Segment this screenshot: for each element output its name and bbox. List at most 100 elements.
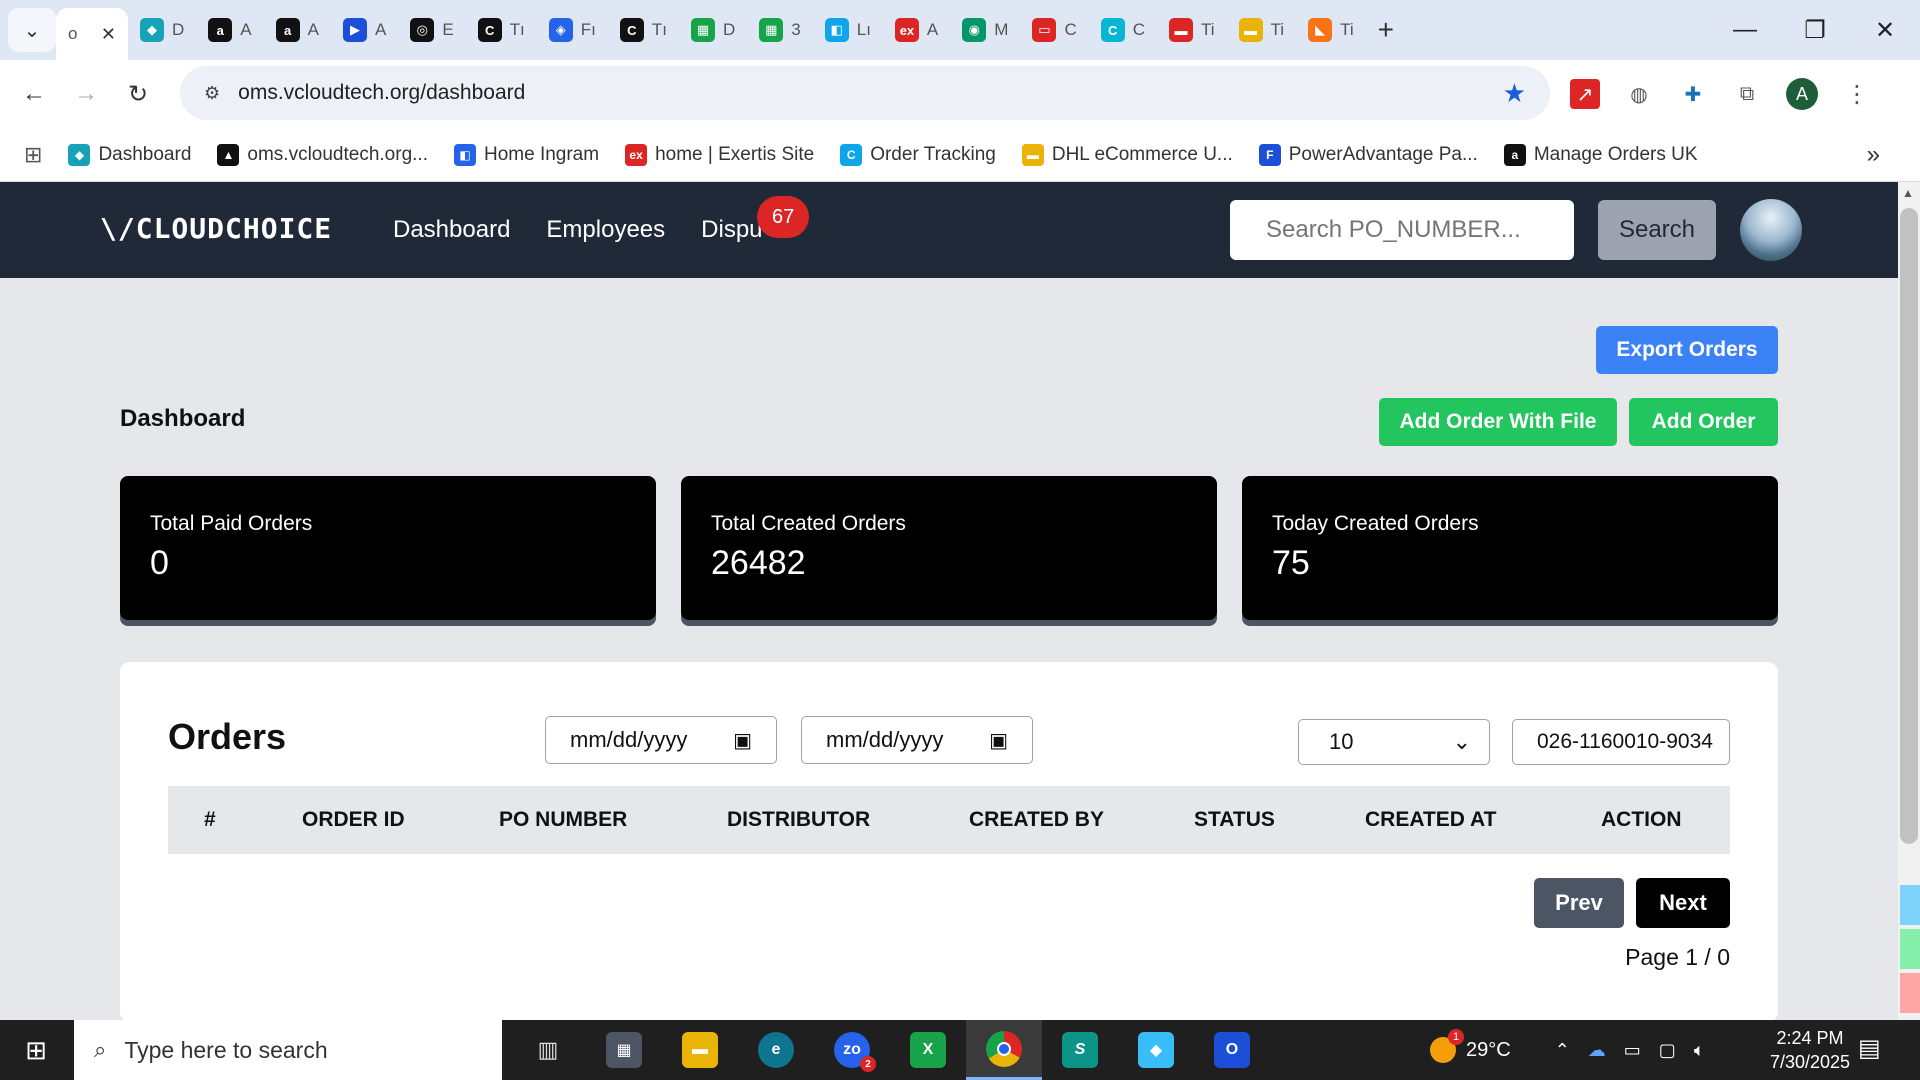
browser-tab[interactable]: C Tı (608, 8, 679, 52)
url-text[interactable]: oms.vcloudtech.org/dashboard (238, 81, 525, 105)
search-button[interactable]: Search (1598, 200, 1716, 260)
bookmark-item[interactable]: ◆ Dashboard (68, 143, 191, 166)
scrollbar-thumb[interactable] (1900, 208, 1918, 844)
display-icon[interactable]: ▢ (1659, 1040, 1676, 1061)
brand-logo[interactable]: \/CLOUDCHOICE (100, 212, 332, 245)
order-filter-input[interactable]: 026-1160010-9034 (1512, 719, 1730, 765)
browser-tab[interactable]: ▦ 3 (747, 8, 812, 52)
profile-avatar[interactable]: A (1786, 78, 1818, 110)
browser-tab[interactable]: o ✕ (56, 8, 128, 60)
browser-tab[interactable]: C Tı (466, 8, 537, 52)
browser-tab[interactable]: ▬ Ti (1157, 8, 1227, 52)
bookmark-item[interactable]: ▬ DHL eCommerce U... (1021, 143, 1233, 166)
bookmark-item[interactable]: ▲ oms.vcloudtech.org... (217, 143, 428, 166)
windows-start-icon[interactable]: ⊞ (0, 1035, 72, 1066)
puzzle-icon[interactable]: ⧉ (1732, 79, 1762, 109)
weather-widget[interactable]: 1 29°C (1430, 1029, 1511, 1063)
browser-tab[interactable]: CC (1089, 8, 1157, 52)
plus-extension-icon[interactable]: ✚ (1678, 79, 1708, 109)
bookmark-item[interactable]: F PowerAdvantage Pa... (1258, 143, 1478, 166)
calendar-icon[interactable]: ▣ (733, 728, 752, 753)
browser-tab[interactable]: ◣ Ti (1296, 8, 1366, 52)
scroll-up-icon[interactable]: ▲ (1902, 186, 1914, 200)
add-order-button[interactable]: Add Order (1629, 398, 1778, 446)
date-to-input[interactable]: mm/dd/yyyy ▣ (801, 716, 1033, 764)
nav-dashboard[interactable]: Dashboard (393, 216, 510, 244)
browser-tab[interactable]: ◆ D (128, 8, 196, 52)
prev-page-button[interactable]: Prev (1534, 878, 1624, 928)
tab-search-icon[interactable]: ⌄ (8, 8, 56, 52)
taskbar-search[interactable]: ⌕ Type here to search (74, 1020, 502, 1080)
browser-tab[interactable]: ◎ E (398, 8, 465, 52)
col-distributor[interactable]: DISTRIBUTOR (727, 808, 870, 832)
browser-tab[interactable]: ◈ Fı (537, 8, 608, 52)
user-avatar[interactable] (1740, 199, 1802, 261)
browser-tab[interactable]: aA (264, 8, 331, 52)
outlook-icon[interactable]: O (1194, 1020, 1270, 1080)
pdf-extension-icon[interactable]: ↗ (1570, 79, 1600, 109)
bookmark-item[interactable]: a Manage Orders UK (1503, 143, 1698, 166)
reload-icon[interactable]: ↻ (112, 80, 164, 109)
calculator-icon[interactable]: ▦ (586, 1020, 662, 1080)
col-po-number[interactable]: PO NUMBER (499, 808, 627, 832)
apps-grid-icon[interactable]: ⊞ (24, 142, 42, 168)
bookmark-item[interactable]: ex home | Exertis Site (625, 143, 814, 166)
nav-disputes[interactable]: Dispu 67 (701, 196, 810, 244)
close-window-icon[interactable]: ✕ (1850, 16, 1920, 45)
browser-tab[interactable]: ◉ M (950, 8, 1020, 52)
tab-label: Tı (651, 20, 667, 39)
excel-icon[interactable]: X (890, 1020, 966, 1080)
calendar-icon[interactable]: ▣ (989, 728, 1008, 753)
date-from-input[interactable]: mm/dd/yyyy ▣ (545, 716, 777, 764)
side-widget-blue[interactable] (1900, 885, 1920, 925)
add-order-with-file-button[interactable]: Add Order With File (1379, 398, 1617, 446)
col-index[interactable]: # (204, 808, 216, 832)
browser-tab[interactable]: ▭ C (1020, 8, 1088, 52)
chrome-icon[interactable] (966, 1020, 1042, 1080)
browser-tab[interactable]: aA (196, 8, 263, 52)
col-order-id[interactable]: ORDER ID (302, 808, 405, 832)
zoom-icon[interactable]: zo 2 (814, 1020, 890, 1080)
col-created-by[interactable]: CREATED BY (969, 808, 1104, 832)
more-bookmarks-icon[interactable]: » (1867, 141, 1880, 169)
volume-icon[interactable]: 🔈︎ (1694, 1040, 1705, 1061)
col-created-at[interactable]: CREATED AT (1365, 808, 1496, 832)
new-tab-button[interactable]: + (1378, 14, 1394, 46)
po-search-input[interactable] (1230, 200, 1574, 260)
chevron-up-icon[interactable]: ⌃ (1555, 1040, 1570, 1061)
side-widget-green[interactable] (1900, 929, 1920, 969)
bookmark-star-icon[interactable]: ★ (1503, 78, 1526, 109)
app-s-icon[interactable]: S (1042, 1020, 1118, 1080)
browser-tab[interactable]: ▬ Ti (1227, 8, 1297, 52)
task-view-icon[interactable]: ▥ (510, 1020, 586, 1080)
notifications-icon[interactable]: ▤ (1858, 1034, 1881, 1063)
browser-tab[interactable]: ◧ Lı (813, 8, 883, 52)
browser-tab[interactable]: ex A (883, 8, 950, 52)
menu-kebab-icon[interactable]: ⋮ (1842, 79, 1872, 109)
file-explorer-icon[interactable]: ▬ (662, 1020, 738, 1080)
edge-icon[interactable]: e (738, 1020, 814, 1080)
col-action[interactable]: ACTION (1601, 808, 1682, 832)
site-info-icon[interactable]: ⚙ (204, 83, 220, 104)
network-icon[interactable]: ▭ (1624, 1040, 1641, 1061)
browser-tab[interactable]: ▦ D (679, 8, 747, 52)
globe-extension-icon[interactable]: ◍ (1624, 79, 1654, 109)
back-icon[interactable]: ← (8, 80, 60, 108)
nav-employees[interactable]: Employees (546, 216, 665, 244)
bookmark-item[interactable]: C Order Tracking (840, 143, 996, 166)
app-diamond-icon[interactable]: ◆ (1118, 1020, 1194, 1080)
minimize-icon[interactable]: — (1710, 16, 1780, 44)
side-widget-red[interactable] (1900, 973, 1920, 1013)
restore-icon[interactable]: ❐ (1780, 16, 1850, 45)
close-tab-icon[interactable]: ✕ (101, 24, 116, 45)
clock[interactable]: 2:24 PM 7/30/2025 (1760, 1026, 1860, 1074)
bookmark-item[interactable]: ◧ Home Ingram (453, 143, 599, 166)
export-orders-button[interactable]: Export Orders (1596, 326, 1778, 374)
col-status[interactable]: STATUS (1194, 808, 1275, 832)
browser-tab[interactable]: ▶ A (331, 8, 398, 52)
address-bar[interactable]: ⚙ oms.vcloudtech.org/dashboard ★ (180, 66, 1550, 120)
next-page-button[interactable]: Next (1636, 878, 1730, 928)
onedrive-icon[interactable]: ☁ (1588, 1040, 1606, 1061)
per-page-select[interactable]: 10 ⌄ (1298, 719, 1490, 765)
forward-icon[interactable]: → (60, 80, 112, 108)
